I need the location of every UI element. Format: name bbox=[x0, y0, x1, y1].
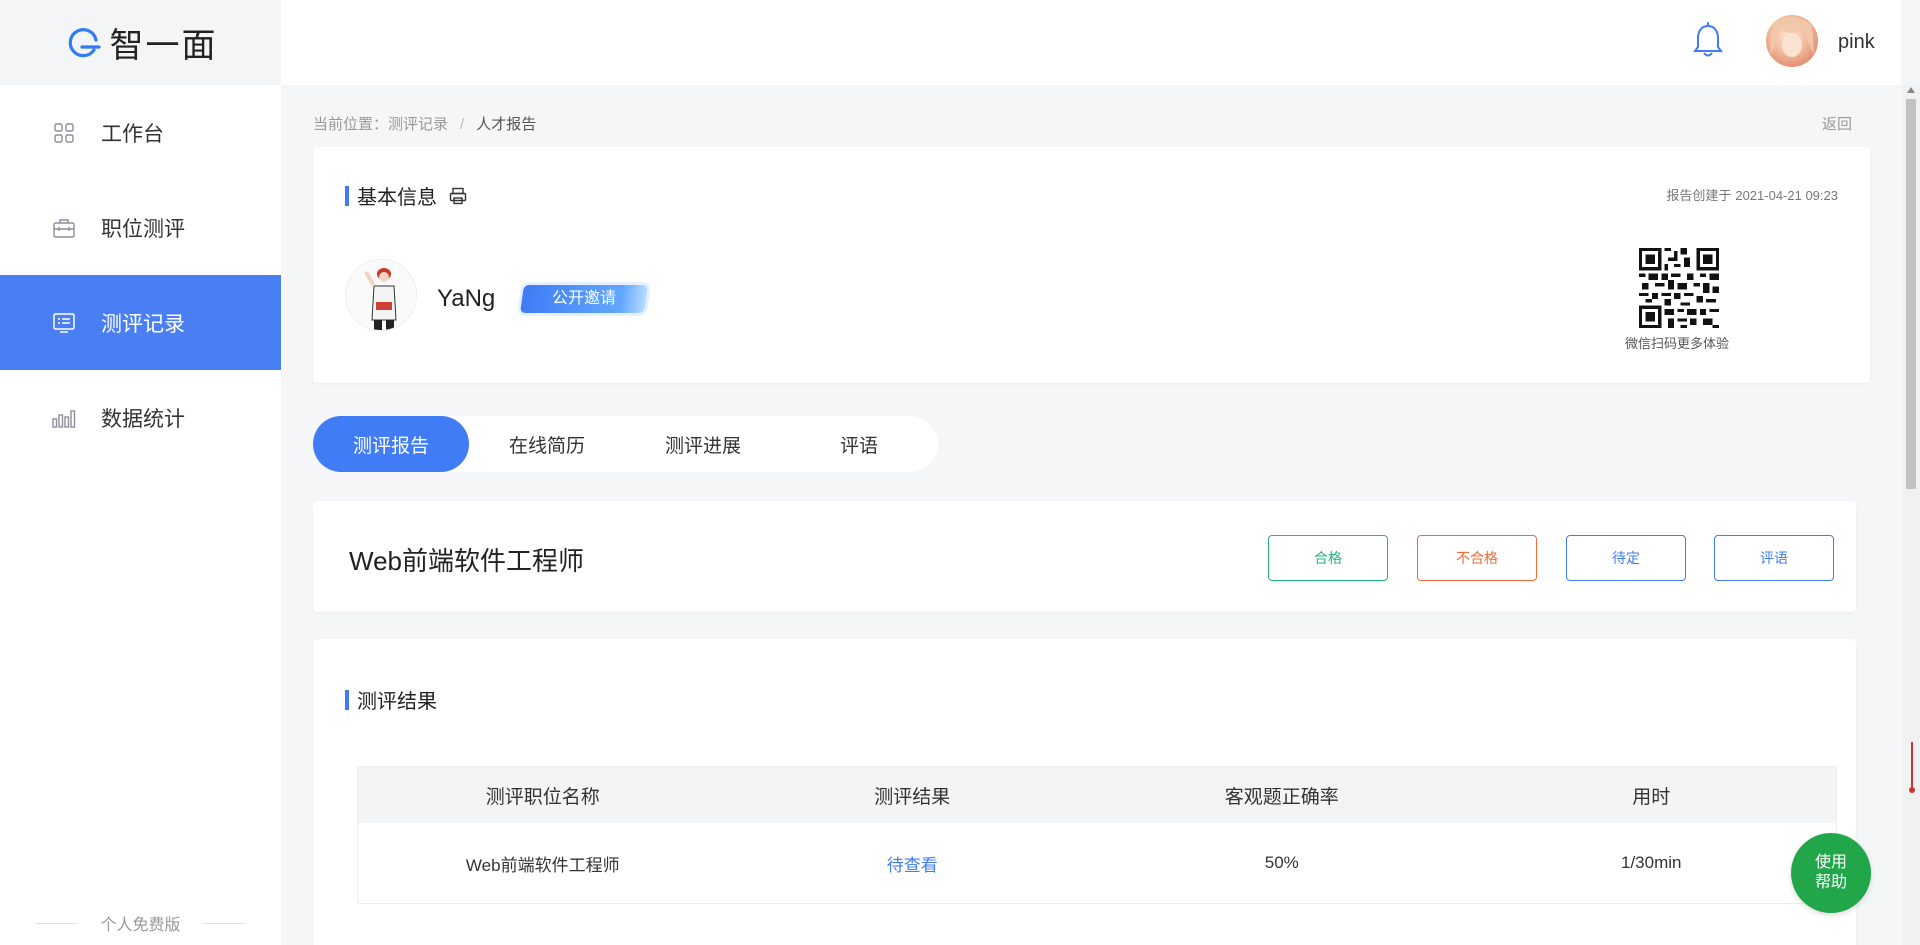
cell-result-link[interactable]: 待查看 bbox=[728, 851, 1098, 876]
breadcrumb-separator: / bbox=[460, 116, 465, 133]
invite-type-label: 公开邀请 bbox=[552, 290, 617, 307]
column-header: 测评结果 bbox=[874, 786, 951, 808]
sidebar-item-label: 数据统计 bbox=[101, 407, 185, 431]
logo-mark-icon bbox=[68, 27, 101, 57]
assessment-results-card: 测评结果 测评职位名称 测评结果 客观题正确率 用时 Web前端软件工程师 待查… bbox=[313, 639, 1856, 945]
tab-online-resume[interactable]: 在线简历 bbox=[469, 416, 625, 472]
results-table: 测评职位名称 测评结果 客观题正确率 用时 Web前端软件工程师 待查看 50%… bbox=[357, 766, 1837, 904]
mark-pending-button[interactable]: 待定 bbox=[1566, 535, 1686, 581]
position-title: Web前端软件工程师 bbox=[349, 546, 584, 576]
results-title: 测评结果 bbox=[357, 691, 437, 713]
cell-position: Web前端软件工程师 bbox=[465, 855, 620, 875]
cell-accuracy: 50% bbox=[1264, 853, 1299, 872]
table-row: Web前端软件工程师 待查看 50% 1/30min bbox=[358, 823, 1836, 903]
table-header-row: 测评职位名称 测评结果 客观题正确率 用时 bbox=[358, 767, 1836, 823]
add-comment-button[interactable]: 评语 bbox=[1714, 535, 1834, 581]
plan-label: 个人免费版 bbox=[0, 911, 281, 935]
notification-bell-icon[interactable] bbox=[1691, 22, 1725, 60]
report-tabs: 测评报告 在线简历 测评进展 评语 bbox=[313, 416, 938, 472]
scrollbar-thumb[interactable] bbox=[1906, 99, 1916, 489]
breadcrumb-current: 人才报告 bbox=[476, 116, 537, 133]
created-value: 2021-04-21 09:23 bbox=[1735, 188, 1838, 203]
breadcrumb-link-records[interactable]: 测评记录 bbox=[388, 116, 448, 133]
vertical-scrollbar[interactable] bbox=[1902, 85, 1920, 945]
sidebar-item-label: 职位测评 bbox=[101, 217, 185, 241]
briefcase-icon bbox=[52, 216, 76, 240]
document-icon bbox=[52, 311, 76, 335]
mark-pass-button[interactable]: 合格 bbox=[1268, 535, 1388, 581]
tab-assessment-progress[interactable]: 测评进展 bbox=[625, 416, 781, 472]
sidebar-item-data-statistics[interactable]: 数据统计 bbox=[0, 370, 281, 465]
sidebar-item-workbench[interactable]: 工作台 bbox=[0, 85, 281, 180]
divider bbox=[36, 922, 79, 924]
sidebar-item-label: 工作台 bbox=[101, 122, 164, 146]
basic-info-title: 基本信息 bbox=[357, 187, 437, 209]
column-header: 用时 bbox=[1632, 786, 1671, 808]
column-header: 测评职位名称 bbox=[485, 786, 600, 808]
candidate-avatar bbox=[345, 259, 417, 331]
sidebar-item-assessment-records[interactable]: 测评记录 bbox=[0, 275, 281, 370]
grid-icon bbox=[52, 121, 76, 145]
top-header: pink bbox=[281, 0, 1901, 85]
qr-code-image bbox=[1639, 248, 1719, 328]
sidebar-item-position-assessment[interactable]: 职位测评 bbox=[0, 180, 281, 275]
scroll-up-arrow-icon[interactable] bbox=[1907, 87, 1915, 93]
print-icon[interactable] bbox=[449, 187, 467, 205]
thermometer-icon bbox=[1909, 742, 1915, 793]
sidebar: 智一面 工作台 职位测评 测评记录 数据统计 个人免费版 bbox=[0, 0, 281, 945]
heading-accent-bar bbox=[345, 689, 349, 710]
help-button[interactable]: 使用 帮助 bbox=[1791, 833, 1871, 913]
invite-type-badge: 公开邀请 bbox=[520, 285, 648, 313]
breadcrumb: 当前位置：测评记录 / 人才报告 bbox=[313, 113, 536, 134]
results-heading: 测评结果 bbox=[345, 685, 437, 714]
bar-chart-icon bbox=[52, 406, 76, 430]
created-label: 报告创建于 bbox=[1666, 188, 1732, 203]
tab-assessment-report[interactable]: 测评报告 bbox=[313, 416, 469, 472]
cell-time: 1/30min bbox=[1621, 853, 1682, 872]
column-header: 客观题正确率 bbox=[1224, 786, 1339, 808]
qr-caption: 微信扫码更多体验 bbox=[1625, 336, 1730, 351]
position-card: Web前端软件工程师 合格 不合格 待定 评语 bbox=[313, 501, 1856, 612]
sidebar-item-label: 测评记录 bbox=[101, 312, 185, 336]
logo-text: 智一面 bbox=[109, 26, 218, 66]
plan-text: 个人免费版 bbox=[100, 917, 181, 934]
username[interactable]: pink bbox=[1838, 31, 1875, 54]
candidate-name: YaNg bbox=[437, 285, 496, 312]
logo[interactable]: 智一面 bbox=[0, 0, 281, 85]
help-label-line1: 使用 bbox=[1814, 854, 1847, 871]
breadcrumb-prefix: 当前位置： bbox=[313, 116, 389, 133]
basic-info-card: 基本信息 报告创建于 2021-04-21 09:23 YaNg 公开邀请 微信… bbox=[313, 147, 1870, 383]
help-label-line2: 帮助 bbox=[1814, 874, 1847, 891]
basic-info-heading: 基本信息 bbox=[345, 181, 467, 210]
heading-accent-bar bbox=[345, 185, 349, 206]
divider bbox=[202, 922, 245, 924]
back-link[interactable]: 返回 bbox=[1822, 113, 1852, 134]
mark-fail-button[interactable]: 不合格 bbox=[1417, 535, 1537, 581]
user-avatar[interactable] bbox=[1766, 15, 1818, 67]
help-label: 使用 帮助 bbox=[1815, 853, 1847, 893]
report-created-time: 报告创建于 2021-04-21 09:23 bbox=[1666, 185, 1838, 204]
tab-comments[interactable]: 评语 bbox=[781, 416, 937, 472]
